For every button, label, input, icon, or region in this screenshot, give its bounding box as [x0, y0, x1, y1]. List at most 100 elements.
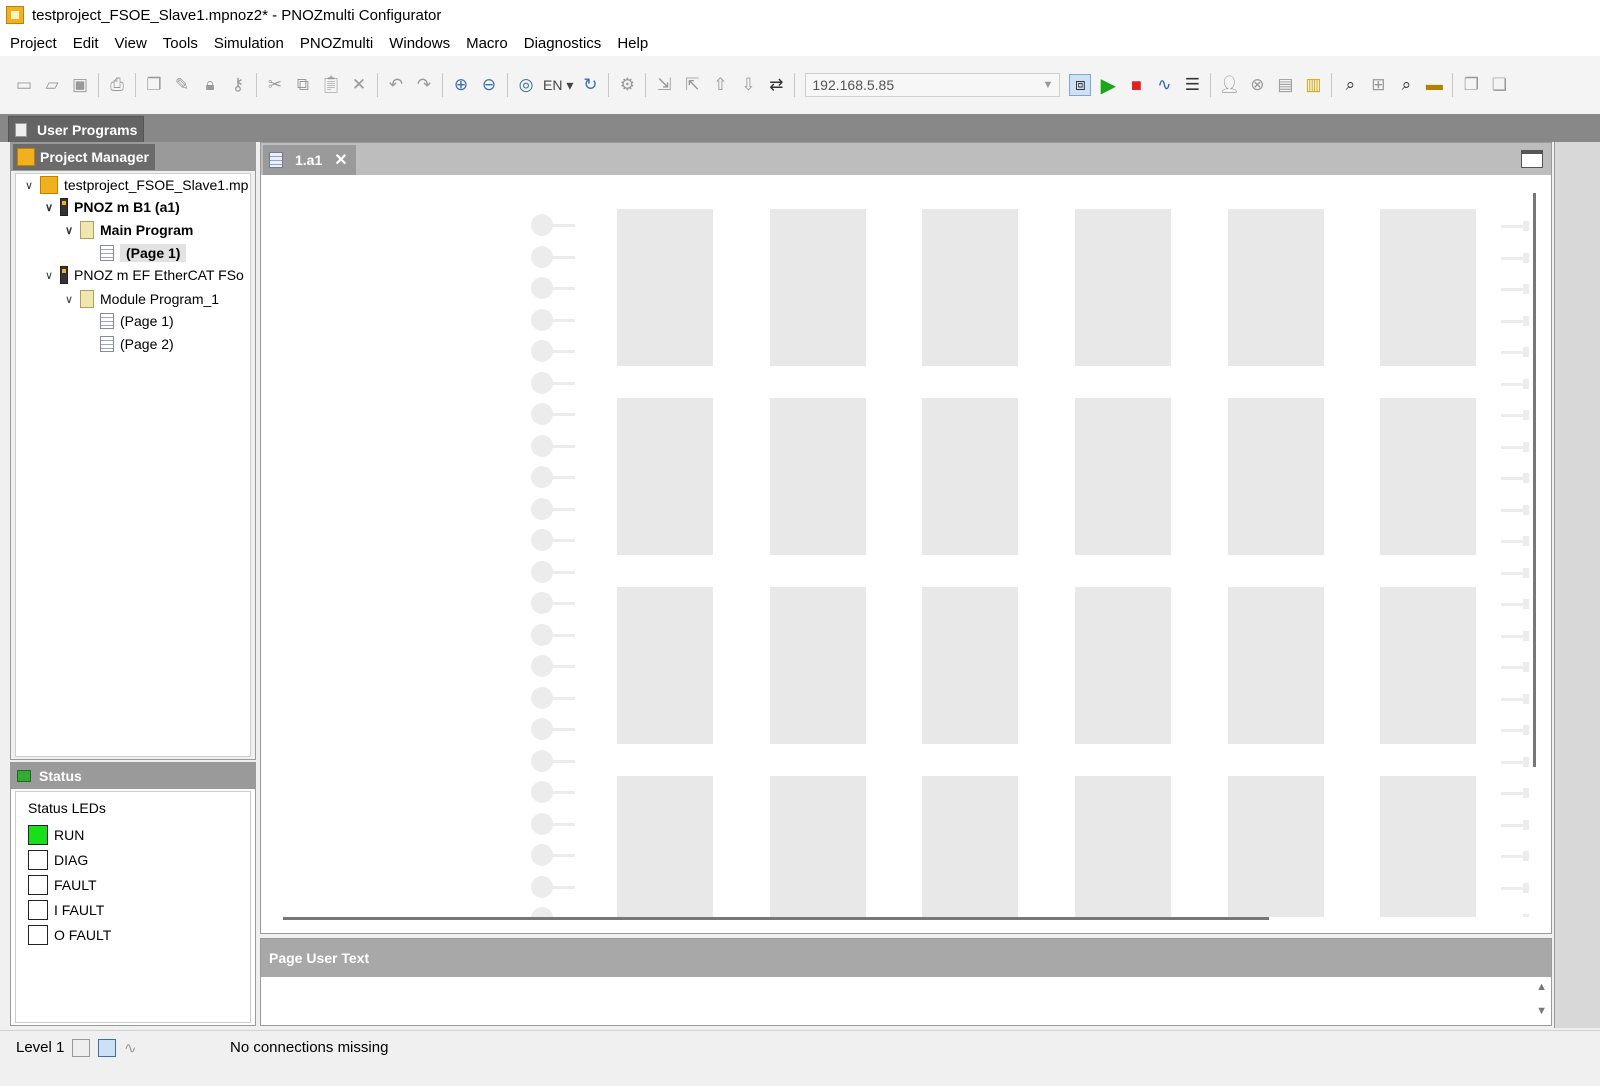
tree-item-main-program[interactable]: ∨ Main Program	[62, 219, 193, 241]
output-terminal[interactable]	[1501, 819, 1529, 830]
menu-project[interactable]: Project	[2, 35, 65, 52]
output-terminal[interactable]	[1501, 473, 1529, 483]
input-terminal[interactable]	[531, 844, 577, 868]
element-slot[interactable]	[1075, 587, 1171, 744]
output-terminal[interactable]	[1501, 882, 1529, 893]
undo-icon[interactable]: ↶	[385, 74, 407, 96]
ip-address-combobox[interactable]: 192.168.5.85 ▼	[805, 73, 1061, 97]
print-icon[interactable]: ⎙	[106, 74, 128, 96]
menu-windows[interactable]: Windows	[381, 35, 458, 52]
element-slot[interactable]	[922, 776, 1018, 917]
output-terminal[interactable]	[1501, 914, 1529, 917]
compare-icon[interactable]: ⇄	[765, 74, 787, 96]
stop-icon[interactable]: ■	[1125, 74, 1147, 96]
element-slot[interactable]	[1380, 398, 1476, 555]
input-terminal[interactable]	[531, 529, 577, 553]
input-terminal[interactable]	[531, 277, 577, 301]
input-terminal[interactable]	[531, 371, 577, 396]
tree-item-device-a1[interactable]: ∨ PNOZ m B1 (a1)	[42, 196, 180, 218]
chevron-down-icon[interactable]: ▼	[1042, 79, 1053, 91]
globe-icon[interactable]: ◎	[515, 74, 537, 96]
window-copy-icon[interactable]: ❐	[1460, 74, 1482, 96]
output-terminal[interactable]	[1501, 662, 1529, 672]
tree-item-page-2[interactable]: (Page 2)	[100, 333, 174, 355]
tree-item-page-1-selected[interactable]: (Page 1)	[100, 242, 187, 264]
paste-icon[interactable]: 📋︎	[320, 74, 342, 96]
output-terminal[interactable]	[1501, 851, 1529, 861]
element-slot[interactable]	[1228, 776, 1324, 917]
chevron-down-icon[interactable]: ∨	[22, 179, 36, 192]
user-remove-icon[interactable]: ⊗	[1246, 74, 1268, 96]
module-icon[interactable]: ▬	[1423, 74, 1445, 96]
copy-project-icon[interactable]: ❐	[143, 74, 165, 96]
input-terminal[interactable]	[531, 466, 577, 490]
element-slot[interactable]	[617, 209, 713, 366]
copy-icon[interactable]: ⧉	[292, 74, 314, 96]
zoom-in-icon[interactable]: ⊕	[450, 74, 472, 96]
redo-icon[interactable]: ↷	[413, 74, 435, 96]
download-icon[interactable]: ⇩	[737, 74, 759, 96]
lock-icon[interactable]: 🔒︎	[199, 74, 221, 96]
chevron-down-icon[interactable]: ∨	[62, 224, 76, 237]
search-icon[interactable]: ⌕	[1339, 74, 1361, 96]
edit-icon[interactable]: ✎	[171, 74, 193, 96]
input-terminal[interactable]	[531, 686, 577, 711]
output-terminal[interactable]	[1501, 441, 1529, 452]
input-terminal[interactable]	[531, 875, 577, 900]
language-select[interactable]: EN ▾	[543, 74, 573, 96]
input-terminal[interactable]	[531, 560, 577, 585]
element-slot[interactable]	[1380, 209, 1476, 366]
maximize-icon[interactable]	[1521, 150, 1543, 168]
scroll-down-icon[interactable]: ▼	[1536, 1005, 1547, 1017]
output-terminal[interactable]	[1501, 347, 1529, 357]
user-programs-tab[interactable]: User Programs	[8, 116, 145, 142]
element-slot[interactable]	[1228, 398, 1324, 555]
output-terminal[interactable]	[1501, 252, 1529, 263]
menu-tools[interactable]: Tools	[155, 35, 206, 52]
list-icon[interactable]: ☰	[1181, 74, 1203, 96]
element-slot[interactable]	[770, 587, 866, 744]
find-replace-icon[interactable]: ⌕	[1395, 74, 1417, 96]
output-terminal[interactable]	[1501, 410, 1529, 420]
element-slot[interactable]	[770, 209, 866, 366]
menu-simulation[interactable]: Simulation	[206, 35, 292, 52]
input-terminal[interactable]	[531, 214, 577, 238]
element-slot[interactable]	[1075, 776, 1171, 917]
output-terminal[interactable]	[1501, 567, 1529, 578]
input-terminal[interactable]	[531, 592, 577, 616]
open-folder-icon[interactable]: ▱	[41, 74, 63, 96]
connect-device-icon[interactable]: ⧈	[1069, 74, 1092, 96]
element-slot[interactable]	[922, 398, 1018, 555]
element-slot[interactable]	[617, 398, 713, 555]
element-slot[interactable]	[922, 209, 1018, 366]
canvas-vertical-scrollbar[interactable]	[1533, 193, 1536, 767]
export-icon[interactable]: ⇱	[681, 74, 703, 96]
hierarchy-icon[interactable]: ⊞	[1367, 74, 1389, 96]
input-terminal[interactable]	[531, 340, 577, 364]
output-terminal[interactable]	[1501, 378, 1529, 389]
element-slot[interactable]	[770, 398, 866, 555]
input-terminal[interactable]	[531, 623, 577, 648]
input-terminal[interactable]	[531, 781, 577, 805]
zoom-out-icon[interactable]: ⊖	[478, 74, 500, 96]
input-terminal[interactable]	[531, 749, 577, 774]
element-slot[interactable]	[1380, 587, 1476, 744]
tree-item-page-1[interactable]: (Page 1)	[100, 310, 174, 332]
output-terminal[interactable]	[1501, 725, 1529, 735]
menu-diagnostics[interactable]: Diagnostics	[516, 35, 610, 52]
input-terminal[interactable]	[531, 497, 577, 522]
logic-canvas[interactable]	[263, 177, 1529, 917]
input-terminal[interactable]	[531, 403, 577, 427]
element-slot[interactable]	[922, 587, 1018, 744]
input-terminal[interactable]	[531, 812, 577, 837]
output-terminal[interactable]	[1501, 536, 1529, 546]
element-slot[interactable]	[617, 776, 713, 917]
element-slot[interactable]	[617, 587, 713, 744]
note-icon[interactable]: ▥	[1302, 74, 1324, 96]
element-slot[interactable]	[1228, 587, 1324, 744]
editor-tab[interactable]: 1.a1 ✕	[263, 145, 356, 175]
input-terminal[interactable]	[531, 655, 577, 679]
tree-item-project[interactable]: ∨ testproject_FSOE_Slave1.mp	[22, 174, 248, 196]
input-terminal[interactable]	[531, 907, 577, 917]
output-terminal[interactable]	[1501, 788, 1529, 798]
